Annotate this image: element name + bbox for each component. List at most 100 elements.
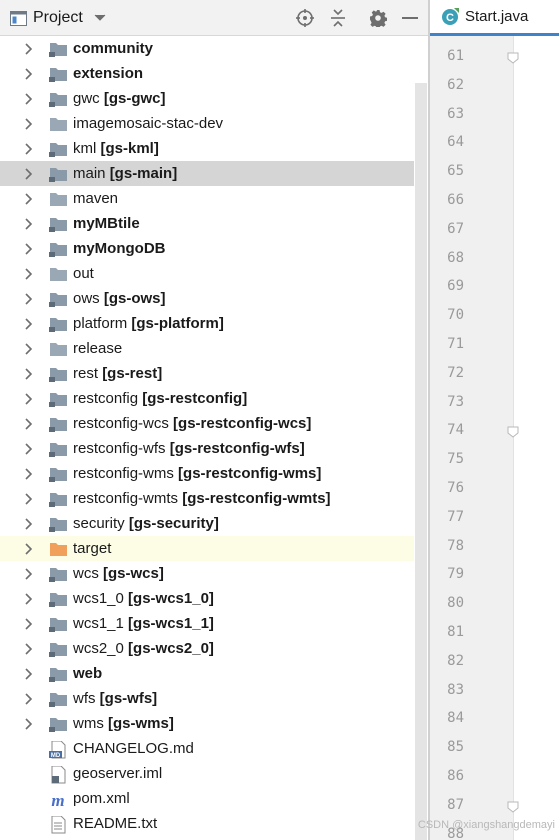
tree-item[interactable]: kml [gs-kml] (0, 136, 414, 161)
tree-item-label: release (73, 336, 122, 361)
tree-item[interactable]: ows [gs-ows] (0, 286, 414, 311)
tree-item[interactable]: wms [gs-wms] (0, 711, 414, 736)
gear-icon[interactable] (367, 0, 389, 36)
minimize-icon[interactable] (399, 0, 421, 36)
tree-item[interactable]: restconfig-wmts [gs-restconfig-wmts] (0, 486, 414, 511)
tab-start-java[interactable]: C Start.java (430, 0, 559, 36)
chevron-right-icon[interactable] (22, 92, 36, 106)
tree-item[interactable]: MD CHANGELOG.md (0, 736, 414, 761)
tree-item-label: wcs [gs-wcs] (73, 561, 164, 586)
module-name: [gs-wcs1_0] (128, 590, 214, 607)
chevron-right-icon[interactable] (22, 192, 36, 206)
chevron-down-icon[interactable] (92, 0, 108, 36)
excluded-folder-icon (49, 541, 68, 557)
tree-item[interactable]: wcs1_0 [gs-wcs1_0] (0, 586, 414, 611)
chevron-right-icon[interactable] (22, 517, 36, 531)
chevron-right-icon[interactable] (22, 67, 36, 81)
watermark: CSDN @xiangshangdemayi (417, 819, 555, 831)
tree-item[interactable]: release (0, 336, 414, 361)
chevron-right-icon[interactable] (22, 142, 36, 156)
chevron-right-icon[interactable] (22, 692, 36, 706)
tree-item[interactable]: maven (0, 186, 414, 211)
tree-item[interactable]: gwc [gs-gwc] (0, 86, 414, 111)
tree-item[interactable]: m pom.xml (0, 786, 414, 811)
tree-item[interactable]: wcs1_1 [gs-wcs1_1] (0, 611, 414, 636)
tree-item[interactable]: wfs [gs-wfs] (0, 686, 414, 711)
svg-text:C: C (446, 12, 454, 24)
tree-item[interactable]: web (0, 661, 414, 686)
chevron-right-icon[interactable] (22, 617, 36, 631)
tree-item[interactable]: README.txt (0, 811, 414, 836)
locate-file-icon[interactable] (294, 0, 316, 36)
module-folder-icon (49, 291, 68, 308)
tree-item-label: rest [gs-rest] (73, 361, 162, 386)
tree-item[interactable]: myMongoDB (0, 236, 414, 261)
chevron-right-icon[interactable] (22, 267, 36, 281)
chevron-right-icon[interactable] (22, 242, 36, 256)
tree-item-name: release (73, 340, 123, 357)
chevron-right-icon[interactable] (22, 542, 36, 556)
module-name: [gs-wms] (108, 715, 174, 732)
tree-item[interactable]: wcs2_0 [gs-wcs2_0] (0, 636, 414, 661)
tree-item[interactable]: extension (0, 61, 414, 86)
tree-item[interactable]: out (0, 261, 414, 286)
tree-item[interactable]: restconfig [gs-restconfig] (0, 386, 414, 411)
tree-item-name: platform (73, 315, 128, 332)
tree-item[interactable]: target (0, 536, 414, 561)
tree-item[interactable]: imagemosaic-stac-dev (0, 111, 414, 136)
module-folder-icon (49, 391, 68, 408)
chevron-right-icon[interactable] (22, 667, 36, 681)
chevron-right-icon[interactable] (22, 717, 36, 731)
line-number: 79 (447, 566, 464, 583)
chevron-right-icon[interactable] (22, 42, 36, 56)
maven-file-icon: m (49, 791, 68, 810)
tree-item-name: restconfig (73, 390, 139, 407)
tree-item[interactable]: platform [gs-platform] (0, 311, 414, 336)
fold-marker-icon[interactable] (507, 51, 519, 64)
tree-item[interactable]: community (0, 36, 414, 61)
chevron-right-icon[interactable] (22, 642, 36, 656)
chevron-right-icon[interactable] (22, 417, 36, 431)
chevron-right-icon[interactable] (22, 467, 36, 481)
tree-item-label: target (73, 536, 111, 561)
module-folder-icon (49, 216, 68, 233)
chevron-right-icon[interactable] (22, 567, 36, 581)
project-view-title[interactable]: Project (33, 0, 83, 36)
chevron-right-icon[interactable] (22, 167, 36, 181)
tree-item[interactable]: restconfig-wms [gs-restconfig-wms] (0, 461, 414, 486)
tree-item[interactable]: restconfig-wcs [gs-restconfig-wcs] (0, 411, 414, 436)
module-name: [gs-restconfig-wms] (178, 465, 322, 482)
chevron-right-icon[interactable] (22, 392, 36, 406)
tree-item-name: myMongoDB (73, 240, 166, 257)
chevron-right-icon[interactable] (22, 217, 36, 231)
module-folder-icon (49, 616, 68, 633)
tree-item[interactable]: rest [gs-rest] (0, 361, 414, 386)
java-class-icon: C (441, 8, 459, 26)
tree-item[interactable]: myMBtile (0, 211, 414, 236)
tree-item-label: myMBtile (73, 211, 140, 236)
chevron-right-icon[interactable] (22, 292, 36, 306)
editor-area: C Start.java 61 62 63 64 65 66 67 68 69 70 71 72 73 7… (418, 0, 559, 840)
tree-item[interactable]: main [gs-main] (0, 161, 414, 186)
tree-item[interactable]: restconfig-wfs [gs-restconfig-wfs] (0, 436, 414, 461)
tree-item[interactable]: wcs [gs-wcs] (0, 561, 414, 586)
chevron-right-icon[interactable] (22, 317, 36, 331)
tree-item[interactable]: security [gs-security] (0, 511, 414, 536)
chevron-right-icon[interactable] (22, 492, 36, 506)
line-number: 83 (447, 681, 464, 698)
chevron-right-icon[interactable] (22, 367, 36, 381)
line-number: 63 (447, 105, 464, 122)
tree-item[interactable]: geoserver.iml (0, 761, 414, 786)
fold-marker-icon[interactable] (507, 425, 519, 439)
line-number: 71 (447, 336, 464, 352)
chevron-right-icon[interactable] (22, 592, 36, 606)
tree-scrollbar-thumb[interactable] (415, 83, 427, 840)
fold-marker-icon[interactable] (507, 800, 519, 813)
chevron-right-icon[interactable] (22, 442, 36, 456)
module-folder-icon (49, 566, 68, 583)
line-number: 72 (447, 364, 464, 381)
chevron-right-icon[interactable] (22, 117, 36, 131)
collapse-all-icon[interactable] (327, 0, 349, 36)
chevron-right-icon[interactable] (22, 342, 36, 356)
tree-item-label: pom.xml (73, 786, 130, 811)
